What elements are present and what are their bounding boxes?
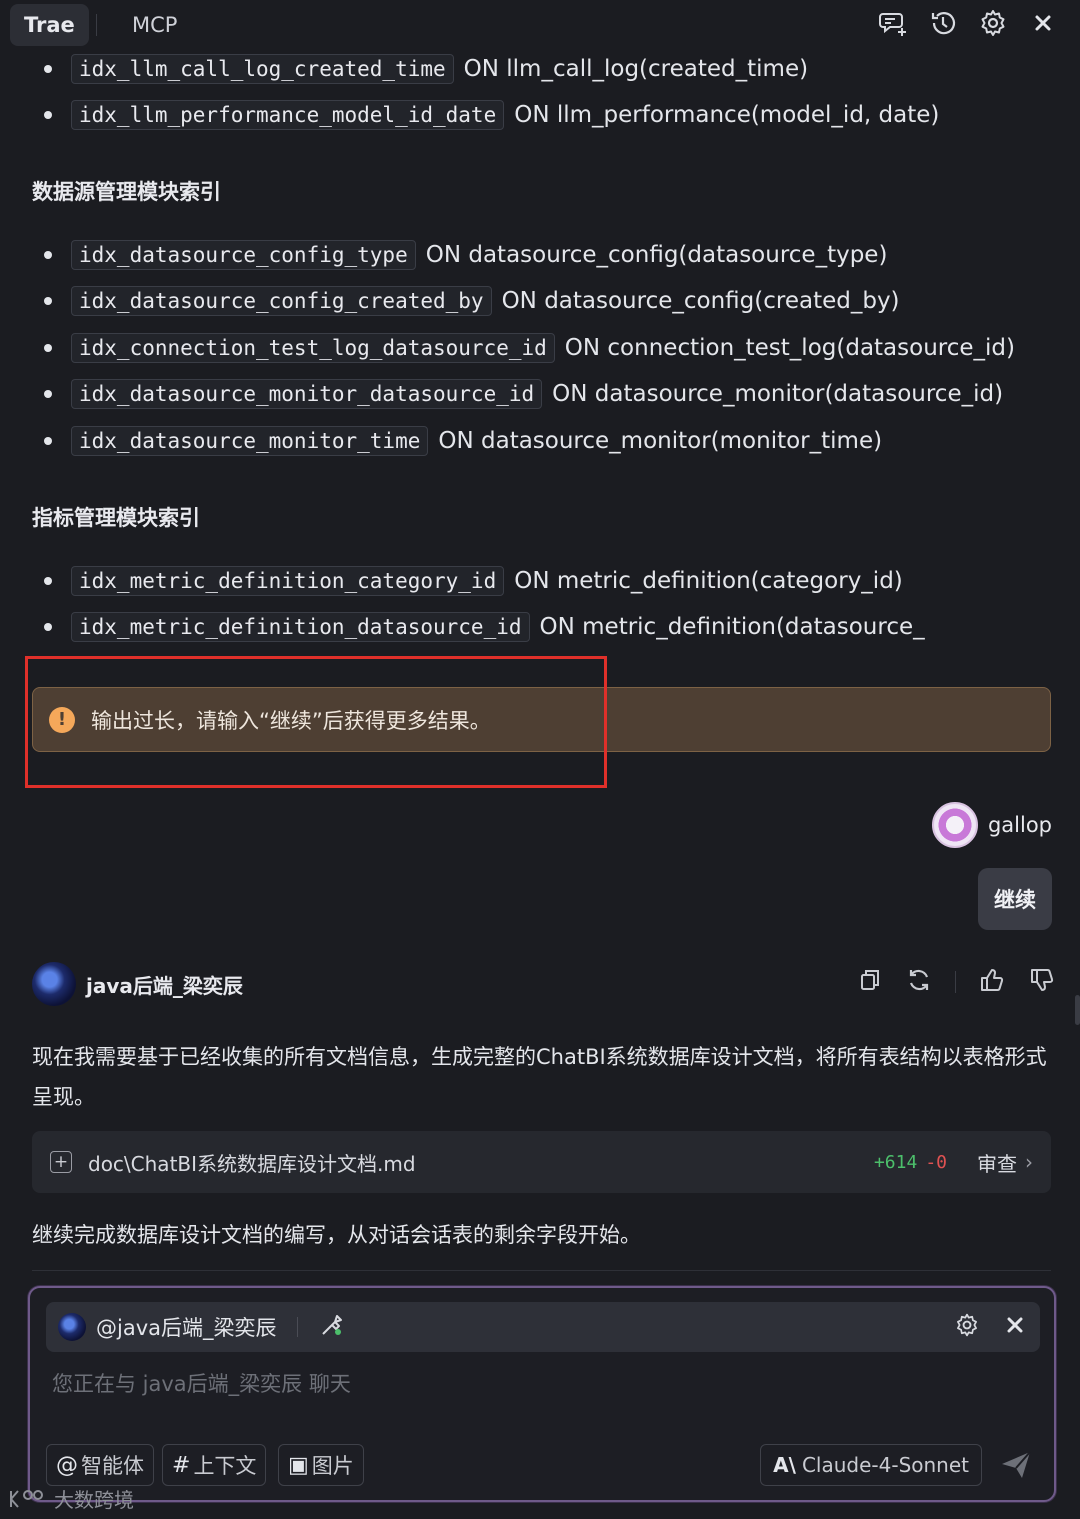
top-bar-actions (878, 6, 1058, 40)
bullet-icon (44, 344, 52, 352)
bullet-icon (44, 111, 52, 119)
inline-code: idx_llm_call_log_created_time (71, 54, 454, 84)
user-name: gallop (987, 813, 1052, 837)
image-chip-button[interactable]: ▣ 图片 (278, 1444, 364, 1486)
mention-agent[interactable]: @java后端_梁奕辰 (96, 1312, 277, 1342)
settings-icon[interactable] (954, 1312, 980, 1342)
user-header: gallop (931, 802, 1052, 848)
index-description: ON datasource_config(created_by) (501, 288, 900, 314)
tools-icon[interactable] (318, 1311, 346, 1343)
avatar (58, 1313, 86, 1341)
list-item: idx_llm_call_log_created_time ON llm_cal… (44, 50, 808, 88)
inline-code: idx_datasource_config_created_by (71, 286, 492, 316)
settings-icon[interactable] (978, 6, 1008, 40)
image-icon: ▣ (288, 1452, 309, 1478)
inline-code: idx_datasource_monitor_time (71, 426, 429, 456)
chat-input[interactable]: 您正在与 java后端_梁奕辰 聊天 (52, 1368, 351, 1398)
index-description: ON datasource_config(datasource_type) (425, 242, 888, 268)
index-description: ON datasource_monitor(datasource_id) (552, 381, 1004, 407)
chevron-right-icon: › (1025, 1150, 1033, 1174)
action-separator (955, 971, 956, 993)
file-name: doc\ChatBI系统数据库设计文档.md (88, 1151, 416, 1176)
thumbs-down-icon[interactable] (1028, 966, 1056, 998)
tab-trae[interactable]: Trae (10, 4, 89, 46)
section-heading-datasource: 数据源管理模块索引 (32, 180, 221, 204)
inline-code: idx_metric_definition_category_id (71, 566, 505, 596)
bullet-icon (44, 297, 52, 305)
model-name: Claude-4-Sonnet (801, 1453, 969, 1477)
mention-separator (296, 1317, 298, 1337)
at-icon: @ (56, 1452, 78, 1478)
list-item: idx_datasource_config_created_by ON data… (44, 282, 900, 320)
inline-code: idx_connection_test_log_datasource_id (71, 333, 555, 363)
list-item: idx_datasource_monitor_datasource_id ON … (44, 375, 1003, 413)
anthropic-logo-icon: A\ (773, 1453, 796, 1477)
review-button[interactable]: 审查 (977, 1148, 1017, 1177)
bullet-icon (44, 390, 52, 398)
watermark-logo-icon (10, 1489, 43, 1508)
bullet-icon (44, 623, 52, 631)
lines-added: +614 (873, 1151, 918, 1173)
scrollbar[interactable] (1075, 995, 1080, 1025)
inline-code: idx_llm_performance_model_id_date (71, 100, 505, 130)
bullet-icon (44, 437, 52, 445)
watermark: 大数跨境 (8, 1484, 134, 1513)
chat-input-panel: @java后端_梁奕辰 您正在与 java后端_梁奕辰 聊天 @ 智能体 # 上… (28, 1286, 1056, 1502)
list-item: idx_datasource_monitor_time ON datasourc… (44, 422, 882, 460)
chip-label: 上下文 (193, 1454, 257, 1478)
agent-message-text: 现在我需要基于已经收集的所有文档信息，生成完整的ChatBI系统数据库设计文档，… (32, 1045, 1047, 1109)
avatar (32, 962, 76, 1006)
model-selector[interactable]: A\ Claude-4-Sonnet (760, 1444, 982, 1486)
bullet-icon (44, 251, 52, 259)
index-description: ON metric_definition(datasource_ (539, 614, 925, 640)
copy-icon[interactable] (857, 967, 883, 997)
history-icon[interactable] (928, 6, 958, 40)
close-icon[interactable] (1004, 1314, 1026, 1340)
watermark-text: 大数跨境 (54, 1488, 134, 1512)
agent-header: java后端_梁奕辰 (32, 962, 243, 1006)
divider (32, 1270, 1051, 1271)
context-chip-button[interactable]: # 上下文 (162, 1444, 267, 1486)
list-item: idx_metric_definition_datasource_id ON m… (44, 608, 925, 646)
bullet-icon (44, 65, 52, 73)
list-item: idx_datasource_config_type ON datasource… (44, 236, 887, 274)
file-change-card[interactable]: + doc\ChatBI系统数据库设计文档.md +614 -0 审查 › (32, 1131, 1051, 1193)
hash-icon: # (172, 1452, 191, 1478)
agent-followup-text: 继续完成数据库设计文档的编写，从对话会话表的剩余字段开始。 (32, 1223, 641, 1247)
list-item: idx_llm_performance_model_id_date ON llm… (44, 96, 939, 134)
tab-mcp[interactable]: MCP (118, 4, 191, 46)
index-description: ON llm_call_log(created_time) (463, 56, 809, 82)
index-description: ON connection_test_log(datasource_id) (564, 335, 1015, 361)
agent-name: java后端_梁奕辰 (86, 973, 243, 998)
agent-chip-button[interactable]: @ 智能体 (46, 1444, 154, 1486)
list-item: idx_connection_test_log_datasource_id ON… (44, 329, 1015, 367)
thumbs-up-icon[interactable] (978, 966, 1006, 998)
index-description: ON datasource_monitor(monitor_time) (438, 428, 883, 454)
user-message-bubble: 继续 (978, 868, 1052, 930)
new-chat-icon[interactable] (878, 6, 908, 40)
bullet-icon (44, 577, 52, 585)
index-description: ON llm_performance(model_id, date) (514, 102, 940, 128)
highlight-annotation-box (25, 656, 607, 788)
chip-label: 智能体 (81, 1454, 144, 1478)
section-heading-metric: 指标管理模块索引 (32, 506, 200, 530)
list-item: idx_metric_definition_category_id ON met… (44, 562, 903, 600)
agent-mention-bar: @java后端_梁奕辰 (46, 1302, 1040, 1352)
inline-code: idx_datasource_config_type (71, 240, 416, 270)
top-bar: Trae MCP (0, 0, 1080, 48)
inline-code: idx_metric_definition_datasource_id (71, 612, 530, 642)
regenerate-icon[interactable] (905, 966, 933, 998)
lines-removed: -0 (925, 1151, 947, 1173)
file-added-icon: + (50, 1151, 72, 1173)
close-icon[interactable] (1028, 6, 1058, 40)
avatar (931, 802, 978, 848)
message-actions (857, 966, 1056, 998)
chip-label: 图片 (311, 1454, 354, 1478)
inline-code: idx_datasource_monitor_datasource_id (71, 379, 543, 409)
send-icon[interactable] (1000, 1450, 1032, 1484)
mention-actions (954, 1312, 1026, 1342)
tab-separator (96, 14, 97, 36)
index-description: ON metric_definition(category_id) (514, 568, 903, 594)
